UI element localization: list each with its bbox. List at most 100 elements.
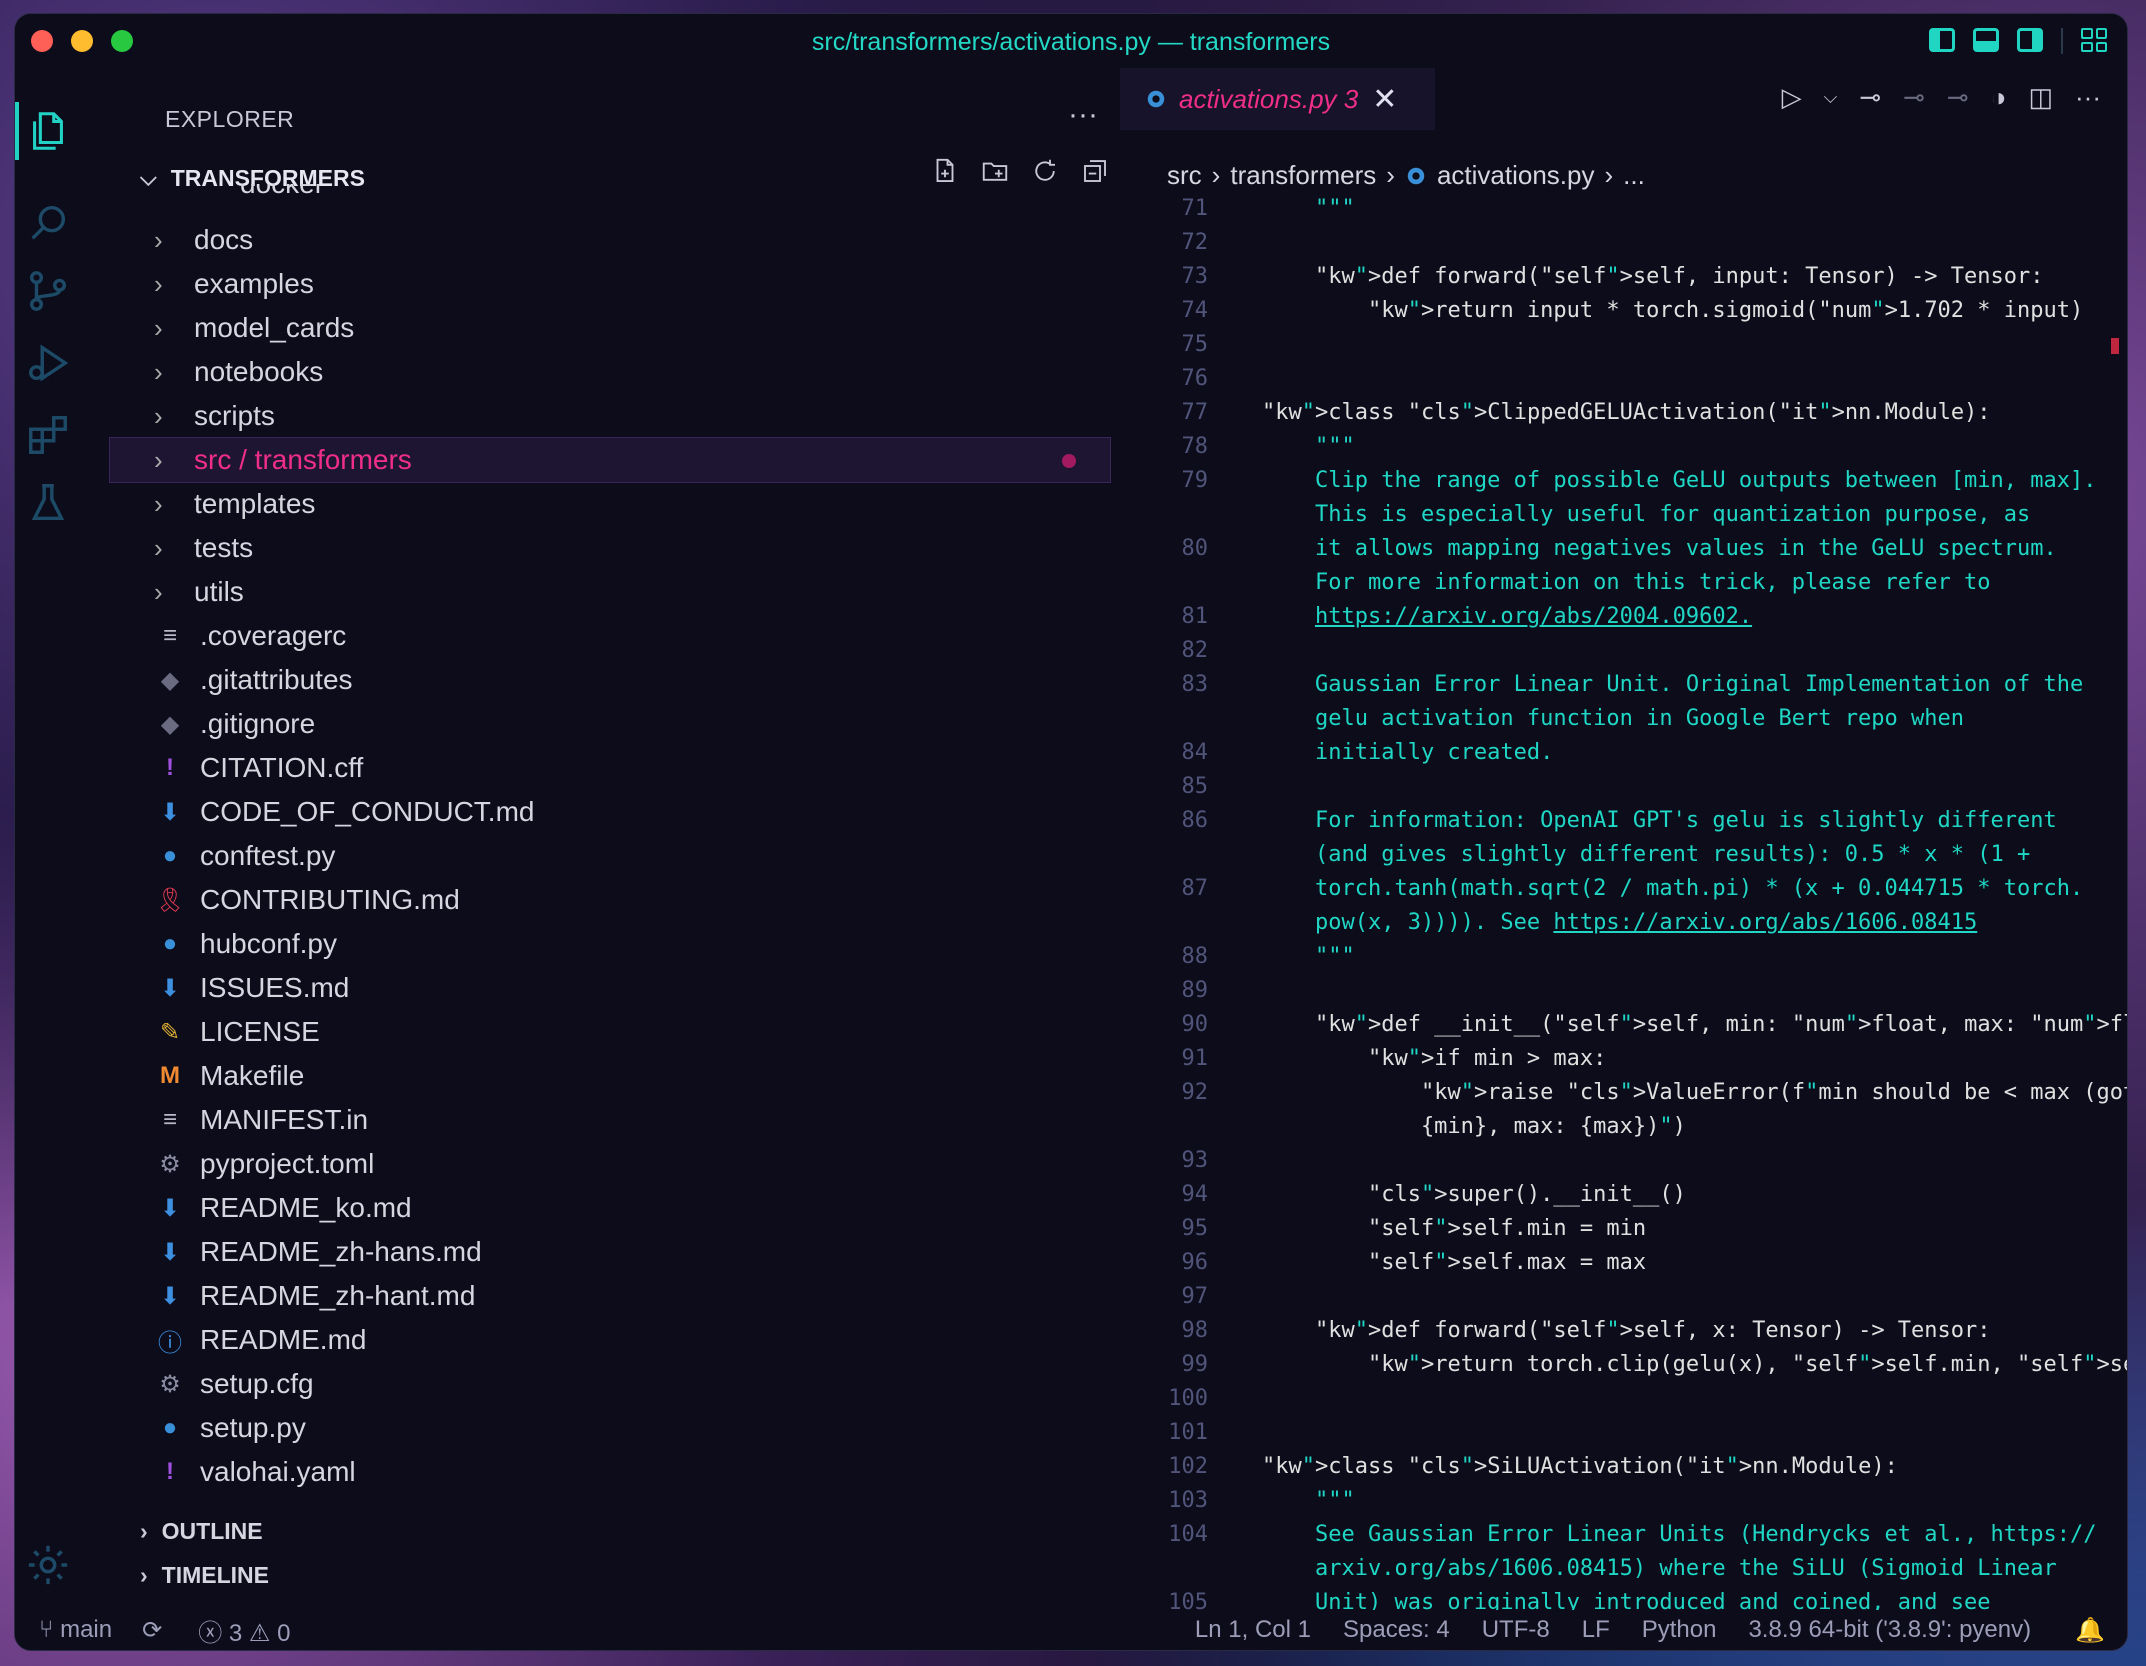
end-of-line[interactable]: LF bbox=[1582, 1616, 1610, 1644]
tree-file[interactable]: M Makefile bbox=[110, 1054, 1110, 1098]
tree-file[interactable]: ◆ .gitattributes bbox=[110, 658, 1110, 702]
tree-file[interactable]: ◆ .gitignore bbox=[110, 702, 1110, 746]
manage-gear-icon[interactable] bbox=[15, 1532, 81, 1598]
tree-file[interactable]: ● conftest.py bbox=[110, 834, 1110, 878]
sync-icon[interactable]: ⟳ bbox=[142, 1616, 162, 1645]
run-icon[interactable]: ▷ bbox=[1782, 82, 1802, 113]
tree-folder[interactable]: › templates bbox=[110, 482, 1110, 526]
more-actions-icon[interactable]: ··· bbox=[1068, 98, 1098, 132]
tree-folder[interactable]: › model_cards bbox=[110, 306, 1110, 350]
code-line[interactable]: 78 """ bbox=[1120, 430, 2127, 464]
code-line[interactable]: 79 Clip the range of possible GeLU outpu… bbox=[1120, 464, 2127, 498]
code-line[interactable]: 82 bbox=[1120, 634, 2127, 668]
tree-folder[interactable]: › docs bbox=[110, 218, 1110, 262]
tree-file[interactable]: ⬇ ISSUES.md bbox=[110, 966, 1110, 1010]
code-line[interactable]: 75 bbox=[1120, 328, 2127, 362]
new-file-icon[interactable] bbox=[930, 156, 960, 186]
encoding[interactable]: UTF-8 bbox=[1482, 1616, 1550, 1644]
code-line[interactable]: 76 bbox=[1120, 362, 2127, 396]
code-line[interactable]: 84 initially created. bbox=[1120, 736, 2127, 770]
customize-layout-icon[interactable] bbox=[2081, 28, 2107, 52]
tree-file[interactable]: ⬇ README_zh-hans.md bbox=[110, 1230, 1110, 1274]
close-tab-icon[interactable]: ✕ bbox=[1372, 82, 1397, 117]
python-interpreter[interactable]: 3.8.9 64-bit ('3.8.9': pyenv) bbox=[1748, 1616, 2031, 1644]
code-line[interactable]: For more information on this trick, plea… bbox=[1120, 566, 2127, 600]
code-line[interactable]: 95 "self">self.min = min bbox=[1120, 1212, 2127, 1246]
breadcrumb-item[interactable]: activations.py bbox=[1437, 160, 1595, 191]
code-line[interactable]: 72 bbox=[1120, 226, 2127, 260]
search-icon[interactable] bbox=[15, 190, 81, 256]
code-line[interactable]: This is especially useful for quantizati… bbox=[1120, 498, 2127, 532]
tree-file[interactable]: ⚙ pyproject.toml bbox=[110, 1142, 1110, 1186]
editor-tab-active[interactable]: activations.py 3 ✕ bbox=[1120, 68, 1435, 130]
extensions-icon[interactable] bbox=[15, 402, 81, 468]
code-line[interactable]: 91 "kw">if min > max: bbox=[1120, 1042, 2127, 1076]
tree-folder[interactable]: › utils bbox=[110, 570, 1110, 614]
code-line[interactable]: {min}, max: {max})") bbox=[1120, 1110, 2127, 1144]
code-line[interactable]: 80 it allows mapping negatives values in… bbox=[1120, 532, 2127, 566]
tree-file[interactable]: ! valohai.yaml bbox=[110, 1450, 1110, 1494]
tree-folder[interactable]: › scripts bbox=[110, 394, 1110, 438]
source-control-icon[interactable] bbox=[15, 258, 81, 324]
code-line[interactable]: 101 bbox=[1120, 1416, 2127, 1450]
tree-file[interactable]: ● hubconf.py bbox=[110, 922, 1110, 966]
code-line[interactable]: 96 "self">self.max = max bbox=[1120, 1246, 2127, 1280]
code-line[interactable]: 92 "kw">raise "cls">ValueError(f"min sho… bbox=[1120, 1076, 2128, 1110]
code-line[interactable]: 87 torch.tanh(math.sqrt(2 / math.pi) * (… bbox=[1120, 872, 2127, 906]
code-line[interactable]: 100 bbox=[1120, 1382, 2127, 1416]
explorer-icon[interactable] bbox=[15, 98, 81, 164]
tree-folder-selected[interactable]: › src / transformers bbox=[109, 437, 1111, 483]
tree-folder[interactable]: › notebooks bbox=[110, 350, 1110, 394]
code-line[interactable]: 97 bbox=[1120, 1280, 2127, 1314]
git-commit-icon[interactable]: ⊸ bbox=[1859, 82, 1881, 113]
tree-file[interactable]: ≡ .coveragerc bbox=[110, 614, 1110, 658]
toggle-primary-sidebar-icon[interactable] bbox=[1929, 28, 1955, 52]
indentation[interactable]: Spaces: 4 bbox=[1343, 1616, 1450, 1644]
collapse-all-icon[interactable] bbox=[1080, 156, 1110, 186]
chevron-down-icon[interactable]: ⌵ bbox=[1824, 87, 1838, 108]
code-line[interactable]: 85 bbox=[1120, 770, 2127, 804]
code-line[interactable]: 102 "kw">class "cls">SiLUActivation("it">… bbox=[1120, 1450, 2127, 1484]
tree-folder[interactable]: › tests bbox=[110, 526, 1110, 570]
run-debug-icon[interactable] bbox=[15, 330, 81, 396]
timeline-section[interactable]: › TIMELINE bbox=[140, 1562, 269, 1589]
code-line[interactable]: 103 """ bbox=[1120, 1484, 2127, 1518]
tree-file[interactable]: ⬇ README_ko.md bbox=[110, 1186, 1110, 1230]
code-line[interactable]: 77 "kw">class "cls">ClippedGELUActivation… bbox=[1120, 396, 2127, 430]
code-line[interactable]: gelu activation function in Google Bert … bbox=[1120, 702, 2127, 736]
code-line[interactable]: 94 "cls">super().__init__() bbox=[1120, 1178, 2127, 1212]
tree-file[interactable]: 🎗 CONTRIBUTING.md bbox=[110, 878, 1110, 922]
breadcrumb-item[interactable]: ... bbox=[1623, 160, 1645, 191]
new-folder-icon[interactable] bbox=[980, 156, 1010, 186]
branch-item[interactable]: ⑂ main bbox=[39, 1616, 112, 1644]
cursor-position[interactable]: Ln 1, Col 1 bbox=[1195, 1616, 1311, 1644]
code-line[interactable]: (and gives slightly different results): … bbox=[1120, 838, 2127, 872]
code-line[interactable]: 74 "kw">return input * torch.sigmoid("nu… bbox=[1120, 294, 2127, 328]
outline-section[interactable]: › OUTLINE bbox=[140, 1518, 263, 1545]
code-line[interactable]: 90 "kw">def __init__("self">self, min: "… bbox=[1120, 1008, 2128, 1042]
notifications-bell-icon[interactable]: 🔔 bbox=[2075, 1616, 2105, 1645]
tree-file[interactable]: ⚙ setup.cfg bbox=[110, 1362, 1110, 1406]
code-line[interactable]: 104 See Gaussian Error Linear Units (Hen… bbox=[1120, 1518, 2127, 1552]
tree-file[interactable]: ≡ MANIFEST.in bbox=[110, 1098, 1110, 1142]
tree-file[interactable]: ✎ LICENSE bbox=[110, 1010, 1110, 1054]
code-line[interactable]: 89 bbox=[1120, 974, 2127, 1008]
tree-file[interactable]: ⬇ README_zh-hant.md bbox=[110, 1274, 1110, 1318]
code-line[interactable]: 98 "kw">def forward("self">self, x: Tens… bbox=[1120, 1314, 2127, 1348]
code-line[interactable]: pow(x, 3)))). See https://arxiv.org/abs/… bbox=[1120, 906, 2127, 940]
tree-file[interactable]: ⓘ README.md bbox=[110, 1318, 1110, 1362]
code-line[interactable]: 81 https://arxiv.org/abs/2004.09602. bbox=[1120, 600, 2127, 634]
tree-file[interactable]: ! CITATION.cff bbox=[110, 746, 1110, 790]
breadcrumb-item[interactable]: src bbox=[1167, 160, 1202, 191]
more-actions-icon[interactable]: ··· bbox=[2075, 82, 2101, 113]
testing-icon[interactable] bbox=[15, 470, 81, 536]
next-change-icon[interactable]: ⊸ bbox=[1947, 82, 1969, 113]
code-line[interactable]: 99 "kw">return torch.clip(gelu(x), "self… bbox=[1120, 1348, 2128, 1382]
code-line[interactable]: 86 For information: OpenAI GPT's gelu is… bbox=[1120, 804, 2127, 838]
code-line[interactable]: 88 """ bbox=[1120, 940, 2127, 974]
code-line[interactable]: 83 Gaussian Error Linear Unit. Original … bbox=[1120, 668, 2127, 702]
code-line[interactable]: 71 """ bbox=[1120, 192, 2127, 226]
language-mode[interactable]: Python bbox=[1642, 1616, 1717, 1644]
code-line[interactable]: 93 bbox=[1120, 1144, 2127, 1178]
toggle-panel-icon[interactable] bbox=[1973, 28, 1999, 52]
